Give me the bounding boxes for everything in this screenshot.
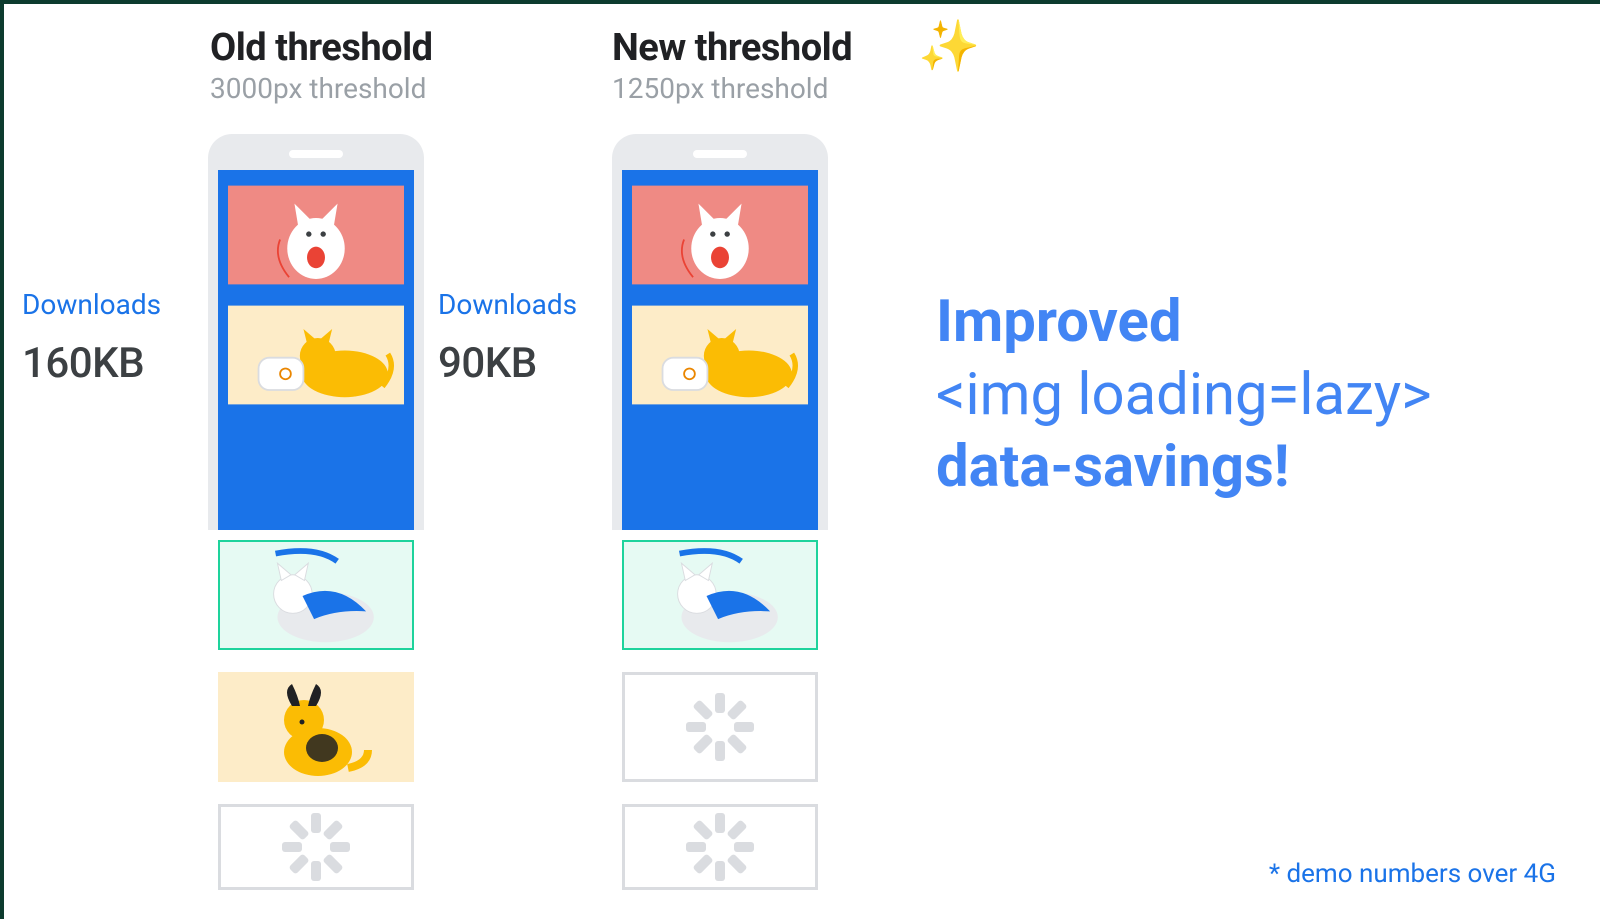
old-downloads-label: Downloads — [22, 288, 161, 321]
cat-cape-icon — [622, 540, 818, 650]
loading-spinner-icon — [218, 804, 414, 890]
phone-speaker — [289, 150, 343, 158]
new-downloads-label: Downloads — [438, 288, 577, 321]
old-below-fold-stack — [218, 540, 414, 912]
old-downloads-value: 160KB — [22, 339, 161, 388]
cat-cape-icon — [218, 540, 414, 650]
new-downloads-value: 90KB — [438, 339, 577, 388]
phone-screen-new — [622, 170, 818, 530]
phone-speaker — [693, 150, 747, 158]
headline-line2: <img loading=lazy> — [936, 359, 1432, 432]
headline-line1: Improved — [936, 286, 1432, 359]
new-below-fold-stack — [622, 540, 818, 912]
orange-cat-shoe-icon — [632, 300, 808, 410]
new-threshold-subtitle: 1250px threshold — [612, 72, 852, 105]
old-threshold-heading: Old threshold 3000px threshold — [210, 26, 433, 105]
viewport-bottom-strip — [632, 420, 808, 530]
sparkle-icon: ✨ — [918, 18, 980, 76]
old-threshold-subtitle: 3000px threshold — [210, 72, 433, 105]
phone-screen-old — [218, 170, 414, 530]
edge-decoration — [0, 0, 4, 919]
dog-sitting-icon — [218, 672, 414, 782]
loading-spinner-icon — [622, 804, 818, 890]
new-threshold-title: New threshold — [612, 26, 852, 70]
old-threshold-title: Old threshold — [210, 26, 433, 70]
new-threshold-heading: New threshold 1250px threshold — [612, 26, 852, 105]
phone-old — [208, 134, 424, 530]
cat-yarn-icon — [632, 180, 808, 290]
loading-spinner-icon — [622, 672, 818, 782]
old-downloads-block: Downloads 160KB — [22, 288, 161, 388]
edge-decoration — [0, 0, 1600, 4]
cat-yarn-icon — [228, 180, 404, 290]
orange-cat-shoe-icon — [228, 300, 404, 410]
footnote-text: * demo numbers over 4G — [1269, 859, 1556, 889]
headline-line3: data-savings! — [936, 431, 1432, 504]
phone-new — [612, 134, 828, 530]
headline-text: Improved <img loading=lazy> data-savings… — [936, 286, 1432, 504]
viewport-bottom-strip — [228, 420, 404, 530]
new-downloads-block: Downloads 90KB — [438, 288, 577, 388]
